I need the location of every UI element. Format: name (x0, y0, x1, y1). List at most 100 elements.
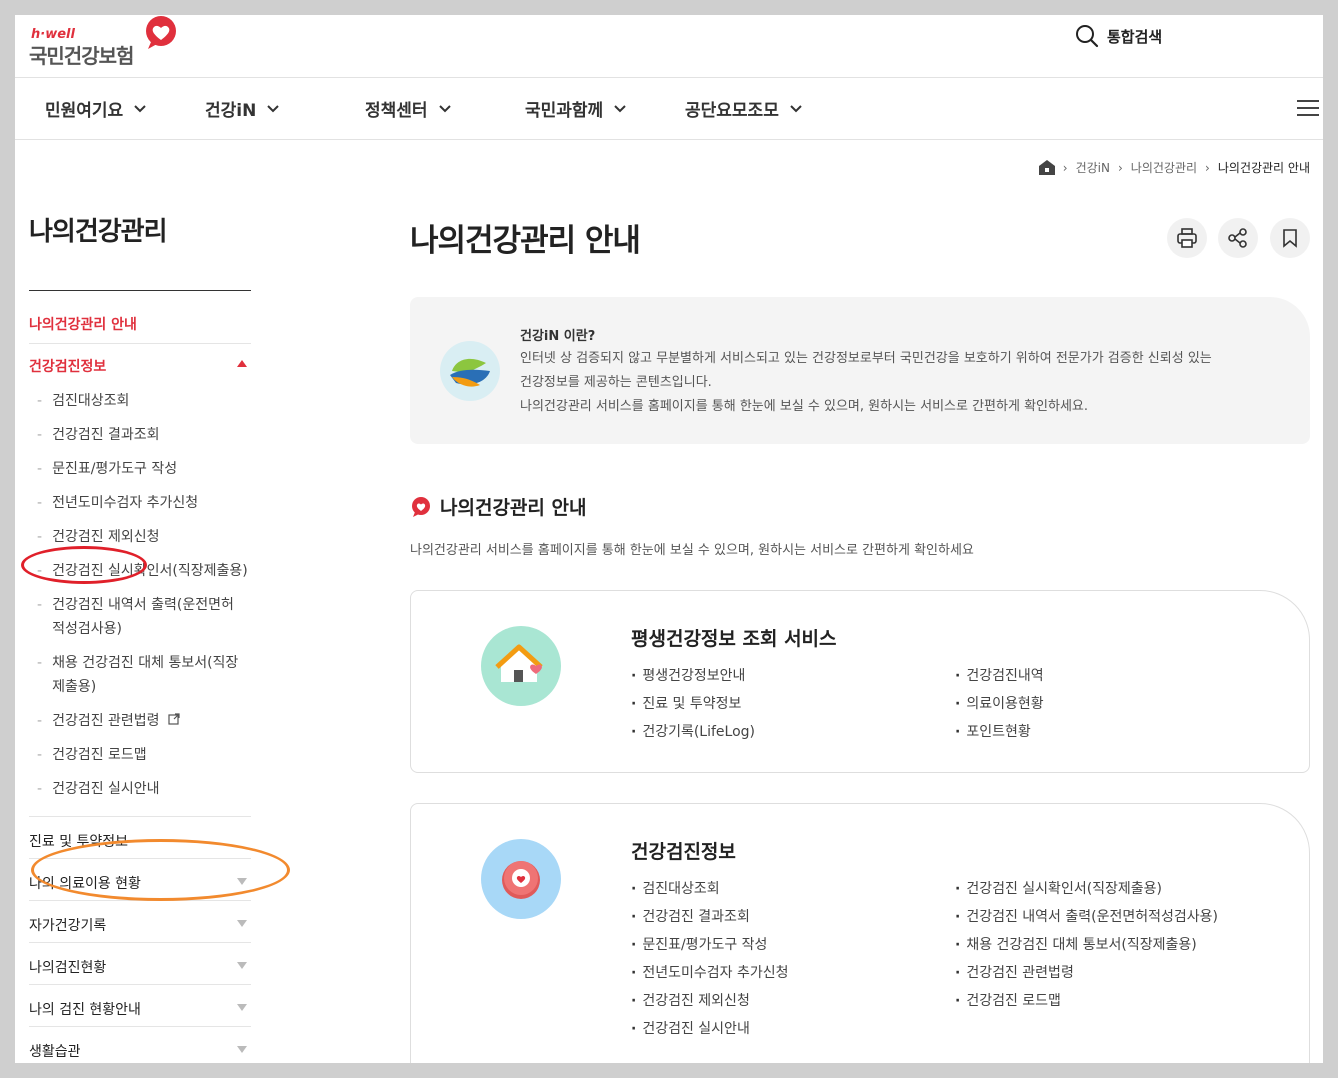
card-link[interactable]: 의료이용현황 (955, 693, 1043, 713)
nav-label: 국민과함께 (525, 101, 604, 121)
search-button[interactable]: 통합검색 (1075, 23, 1162, 49)
card-link[interactable]: 건강검진 결과조회 (631, 906, 750, 926)
side-nav-subitem[interactable]: - 문진표/평가도구 작성 (37, 457, 251, 481)
external-link-icon (168, 713, 180, 725)
side-nav-item[interactable]: 생활습관 (29, 1041, 251, 1061)
logo-heart-icon (146, 16, 176, 49)
subitem-label: 검진대상조회 (52, 393, 130, 409)
nav-label: 정책센터 (365, 101, 428, 121)
card-title: 건강검진정보 (631, 841, 736, 863)
card-link[interactable]: 건강검진 제외신청 (631, 990, 750, 1010)
subitem-label: 건강검진 로드맵 (52, 747, 147, 763)
card-link[interactable]: 채용 건강검진 대체 통보서(직장제출용) (955, 934, 1196, 954)
card-link[interactable]: 검진대상조회 (631, 878, 719, 898)
card-link[interactable]: 포인트현황 (955, 721, 1030, 741)
card-link[interactable]: 건강검진 내역서 출력(운전면허적성검사용) (955, 906, 1218, 926)
nav-item-minwon[interactable]: 민원여기요 (45, 96, 147, 121)
print-icon (1177, 228, 1197, 248)
expand-arrow-icon (237, 878, 247, 885)
side-nav-item-checkup-info[interactable]: 건강검진정보 (29, 356, 251, 376)
card-link[interactable]: 건강검진 로드맵 (955, 990, 1061, 1010)
nav-item-health-in[interactable]: 건강iN (205, 96, 280, 121)
nav-item-together[interactable]: 국민과함께 (525, 96, 627, 121)
collapse-arrow-icon (237, 360, 247, 367)
nav-label: 민원여기요 (45, 101, 124, 121)
side-nav-subitem[interactable]: - 건강검진 관련법령 (37, 709, 251, 733)
heart-bubble-icon (412, 496, 430, 517)
logo-kr-text: 국민건강보험 (29, 44, 134, 68)
site-logo[interactable]: h·well 국민건강보험 (29, 15, 189, 75)
side-nav-subitem[interactable]: - 건강검진 실시안내 (37, 777, 251, 801)
side-nav-subitem[interactable]: - 건강검진 내역서 출력(운전면허적성검사용) (37, 593, 251, 641)
card-link[interactable]: 건강검진내역 (955, 665, 1043, 685)
card-link[interactable]: 진료 및 투약정보 (631, 693, 741, 713)
section-title-text: 나의건강관리 안내 (440, 497, 587, 519)
menu-hamburger-icon[interactable] (1297, 100, 1319, 118)
breadcrumb: › 건강iN › 나의건강관리 › 나의건강관리 안내 (1038, 159, 1310, 176)
divider (29, 984, 251, 985)
side-nav-item[interactable]: 나의 의료이용 현황 (29, 873, 251, 893)
subitem-label: 건강검진 결과조회 (52, 427, 160, 443)
side-nav-subitem[interactable]: - 건강검진 결과조회 (37, 423, 251, 447)
side-nav-subitem[interactable]: - 건강검진 실시확인서(직장제출용) (37, 559, 251, 583)
card-title: 평생건강정보 조회 서비스 (631, 628, 837, 650)
breadcrumb-sep: › (1205, 160, 1210, 175)
side-nav-subitem[interactable]: - 건강검진 로드맵 (37, 743, 251, 767)
subitem-label: 문진표/평가도구 작성 (52, 461, 178, 477)
section-title: 나의건강관리 안내 (410, 493, 586, 520)
breadcrumb-sep: › (1062, 160, 1068, 175)
bookmark-icon (1283, 229, 1297, 248)
breadcrumb-item[interactable]: 건강iN (1076, 159, 1110, 176)
card-link[interactable]: 건강검진 실시안내 (631, 1018, 750, 1038)
side-nav: 나의건강관리 나의건강관리 안내 건강검진정보 - 검진대상조회 - 건강검진 결과… (21, 211, 290, 1060)
card-link[interactable]: 문진표/평가도구 작성 (631, 934, 767, 954)
side-nav-item[interactable]: 자가건강기록 (29, 915, 251, 935)
house-heart-icon (481, 626, 561, 706)
share-icon (1228, 228, 1247, 248)
top-bar: h·well 국민건강보험 통합검색 (15, 15, 1323, 78)
expand-arrow-icon (237, 1004, 247, 1011)
side-nav-label: 나의건강관리 안내 (29, 317, 137, 333)
card-link[interactable]: 건강검진 실시확인서(직장제출용) (955, 878, 1162, 898)
side-nav-label: 나의검진현황 (29, 960, 107, 976)
home-icon[interactable] (1038, 160, 1055, 175)
subitem-label: 건강검진 실시안내 (52, 781, 160, 797)
card-link[interactable]: 평생건강정보안내 (631, 665, 745, 685)
nav-item-policy[interactable]: 정책센터 (365, 96, 452, 121)
side-nav-title: 나의건강관리 (29, 217, 168, 247)
side-nav-label: 자가건강기록 (29, 918, 107, 934)
divider (29, 343, 251, 344)
side-nav-item[interactable]: 진료 및 투약정보 (29, 831, 251, 851)
subitem-label: 건강검진 실시확인서(직장제출용) (52, 563, 248, 579)
side-nav-item[interactable]: 나의검진현황 (29, 957, 251, 977)
intro-text: 인터넷 상 검증되지 않고 무분별하게 서비스되고 있는 건강정보로부터 국민건… (520, 351, 1212, 366)
nav-item-about[interactable]: 공단요모조모 (685, 96, 803, 121)
card-link[interactable]: 전년도미수검자 추가신청 (631, 962, 788, 982)
side-nav-item-guide[interactable]: 나의건강관리 안내 (29, 314, 251, 334)
subitem-label: 건강검진 관련법령 (52, 713, 160, 729)
side-nav-label: 진료 및 투약정보 (29, 834, 129, 850)
subitem-label: 건강검진 내역서 출력(운전면허적성검사용) (52, 597, 234, 637)
intro-box: 건강iN 이란? 인터넷 상 검증되지 않고 무분별하게 서비스되고 있는 건강… (410, 297, 1310, 444)
share-button[interactable] (1218, 218, 1258, 258)
side-nav-subitem[interactable]: - 검진대상조회 (37, 389, 251, 413)
side-nav-item[interactable]: 나의 검진 현황안내 (29, 999, 251, 1019)
print-button[interactable] (1167, 218, 1207, 258)
chevron-down-icon (134, 104, 146, 112)
side-nav-label: 생활습관 (29, 1044, 81, 1060)
side-nav-subitem[interactable]: - 건강검진 제외신청 (37, 525, 251, 549)
breadcrumb-sep: › (1117, 160, 1123, 175)
breadcrumb-item[interactable]: 나의건강관리 (1131, 159, 1197, 176)
chevron-down-icon (438, 104, 451, 112)
side-nav-subitem-replacement-notice[interactable]: - 채용 건강검진 대체 통보서(직장제출용) (37, 651, 251, 699)
card-link[interactable]: 건강검진 관련법령 (955, 962, 1074, 982)
intro-text: 나의건강관리 서비스를 홈페이지를 통해 한눈에 보실 수 있으며, 원하시는 … (520, 399, 1089, 414)
divider (29, 858, 251, 859)
heart-button-icon (481, 839, 561, 919)
divider (29, 816, 251, 817)
search-icon (1076, 25, 1099, 48)
divider (29, 290, 251, 291)
side-nav-subitem[interactable]: - 전년도미수검자 추가신청 (37, 491, 251, 515)
card-link[interactable]: 건강기록(LifeLog) (631, 721, 755, 741)
bookmark-button[interactable] (1270, 218, 1310, 258)
